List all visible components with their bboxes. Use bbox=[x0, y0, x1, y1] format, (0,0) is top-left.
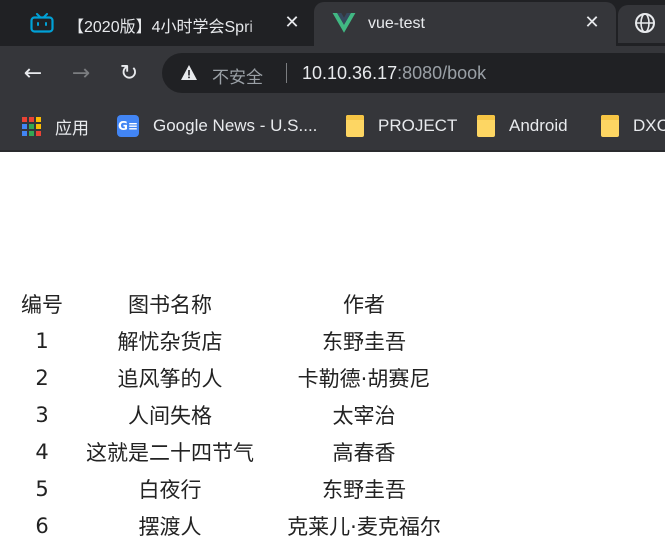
url-host: 10.10.36.17 bbox=[302, 63, 398, 83]
cell-title: 追风筝的人 bbox=[117, 366, 223, 391]
table-row: 1 解忧杂货店 东野圭吾 bbox=[16, 322, 456, 359]
tab-vue-test[interactable]: vue-test ✕ bbox=[314, 2, 616, 46]
cell-id: 1 bbox=[35, 328, 49, 353]
book-table: 编号 图书名称 作者 1 解忧杂货店 东野圭吾 2 追风筝的人 卡勒德·胡赛尼 … bbox=[14, 285, 458, 544]
cell-id: 6 bbox=[35, 513, 49, 538]
bookmark-folder-android[interactable]: Android bbox=[477, 112, 568, 140]
globe-icon bbox=[635, 13, 655, 33]
cell-author: 太宰治 bbox=[332, 403, 396, 428]
close-tab-icon[interactable]: ✕ bbox=[282, 13, 302, 33]
back-arrow-icon[interactable]: ← bbox=[20, 61, 46, 87]
tab-partial[interactable] bbox=[616, 0, 665, 46]
vue-logo-icon bbox=[332, 13, 356, 33]
table-row: 6 摆渡人 克莱儿·麦克福尔 bbox=[16, 507, 456, 544]
table-row: 2 追风筝的人 卡勒德·胡赛尼 bbox=[16, 359, 456, 396]
cell-author: 东野圭吾 bbox=[322, 329, 406, 354]
tab-strip: 【2020版】4小时学会Spri ✕ vue-test ✕ bbox=[0, 0, 665, 46]
url-path: :8080/book bbox=[397, 63, 487, 83]
table-header-row: 编号 图书名称 作者 bbox=[16, 285, 456, 322]
cell-author: 东野圭吾 bbox=[322, 477, 406, 502]
cell-author: 卡勒德·胡赛尼 bbox=[297, 366, 431, 391]
bilibili-tv-icon bbox=[30, 13, 54, 33]
cell-title: 这就是二十四节气 bbox=[86, 440, 254, 465]
column-header-id: 编号 bbox=[21, 292, 63, 317]
column-header-author: 作者 bbox=[343, 292, 385, 317]
cell-id: 2 bbox=[35, 365, 49, 390]
browser-toolbar: ← → ↻ 不安全 10.10.36.17:8080/book bbox=[0, 46, 665, 102]
tab-title-fade bbox=[244, 10, 274, 36]
bookmark-folder-dxc[interactable]: DXC bbox=[601, 112, 665, 140]
security-status-label[interactable]: 不安全 bbox=[212, 63, 263, 88]
table-row: 4 这就是二十四节气 高春香 bbox=[16, 433, 456, 470]
table-row: 5 白夜行 东野圭吾 bbox=[16, 470, 456, 507]
tab-title: vue-test bbox=[368, 15, 425, 32]
forward-arrow-icon[interactable]: → bbox=[68, 61, 94, 87]
warning-triangle-icon[interactable] bbox=[180, 64, 198, 81]
cell-id: 5 bbox=[35, 476, 49, 501]
address-separator bbox=[286, 63, 287, 83]
bookmark-folder-project[interactable]: PROJECT bbox=[346, 112, 457, 140]
folder-icon bbox=[346, 115, 364, 137]
page-content: 编号 图书名称 作者 1 解忧杂货店 东野圭吾 2 追风筝的人 卡勒德·胡赛尼 … bbox=[0, 152, 665, 544]
cell-author: 克莱儿·麦克福尔 bbox=[287, 514, 441, 539]
close-tab-icon[interactable]: ✕ bbox=[582, 13, 602, 33]
cell-title: 解忧杂货店 bbox=[117, 329, 223, 354]
bookmark-label: Android bbox=[509, 116, 568, 135]
cell-id: 3 bbox=[35, 402, 49, 427]
cell-title: 人间失格 bbox=[128, 403, 212, 428]
cell-author: 高春香 bbox=[332, 440, 396, 465]
column-header-title: 图书名称 bbox=[128, 292, 212, 317]
table-row: 3 人间失格 太宰治 bbox=[16, 396, 456, 433]
bookmark-label: Google News - U.S.... bbox=[153, 116, 318, 135]
cell-title: 摆渡人 bbox=[138, 514, 202, 539]
folder-icon bbox=[477, 115, 495, 137]
folder-icon bbox=[601, 115, 619, 137]
bookmark-label: DXC bbox=[633, 116, 665, 135]
bookmarks-bar: 应用 G≡ Google News - U.S.... PROJECT Andr… bbox=[0, 102, 665, 152]
tab-bilibili[interactable]: 【2020版】4小时学会Spri ✕ bbox=[0, 0, 314, 46]
address-bar[interactable]: 不安全 10.10.36.17:8080/book bbox=[162, 53, 665, 93]
bookmark-label: PROJECT bbox=[378, 116, 458, 135]
cell-title: 白夜行 bbox=[138, 477, 202, 502]
bookmark-apps[interactable]: 应用 bbox=[22, 112, 89, 140]
cell-id: 4 bbox=[35, 439, 49, 464]
bookmark-google-news[interactable]: G≡ Google News - U.S.... bbox=[117, 112, 317, 140]
reload-icon[interactable]: ↻ bbox=[116, 61, 142, 87]
url-text[interactable]: 10.10.36.17:8080/book bbox=[302, 63, 486, 84]
apps-grid-icon bbox=[22, 116, 41, 136]
google-news-icon: G≡ bbox=[117, 115, 139, 137]
bookmark-label: 应用 bbox=[55, 118, 89, 138]
tab-title: 【2020版】4小时学会Spri bbox=[68, 19, 253, 36]
